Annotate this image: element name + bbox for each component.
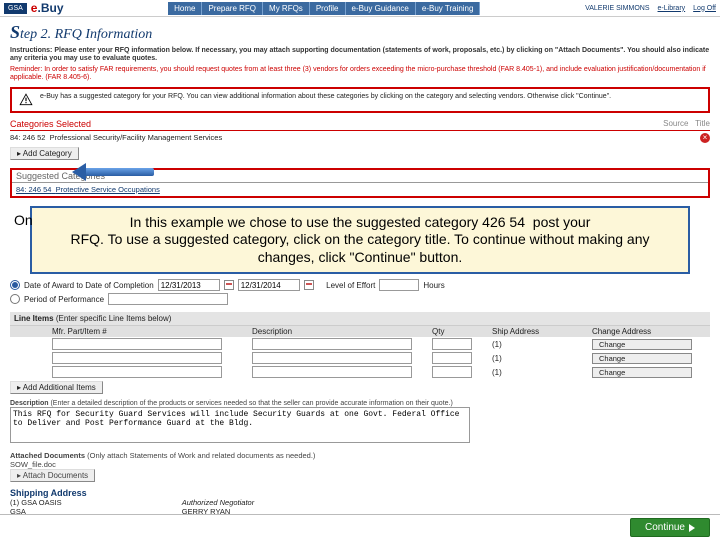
instructions-2: Reminder: In order to satisfy FAR requir… [10,66,710,83]
add-category-button[interactable]: ▸ Add Category [10,147,79,160]
line-item-row: (1) Change [10,351,710,365]
add-additional-items-button[interactable]: ▸ Add Additional Items [10,381,103,394]
award-row: Date of Award to Date of Completion Leve… [10,278,710,292]
hours-label: Hours [423,281,444,290]
calendar-icon[interactable] [224,280,234,290]
desc-input[interactable] [252,352,412,364]
attach-documents-button[interactable]: ▸ Attach Documents [10,469,95,482]
qty-input[interactable] [432,352,472,364]
shipping-address-header: Shipping Address [10,488,710,498]
nav-ebuy-guidance[interactable]: e-Buy Guidance [346,2,416,15]
description-label: Description [10,400,49,407]
nav-profile[interactable]: Profile [310,2,346,15]
award-radio[interactable] [10,280,20,290]
award-to-input[interactable] [238,279,300,291]
ship-addr-cell: (1) [492,340,592,349]
line-item-row: (1) Change [10,365,710,379]
user-name: VALERIE SIMMONS [585,5,649,12]
part-input[interactable] [52,366,222,378]
description-textarea[interactable] [10,407,470,443]
attached-file-name: SOW_file.doc [10,460,56,469]
description-section: Description (Enter a detailed descriptio… [10,400,710,445]
part-input[interactable] [52,338,222,350]
selected-cat-code: 84: 246 52 [10,133,45,142]
qty-input[interactable] [432,366,472,378]
nav-my-rfqs[interactable]: My RFQs [263,2,310,15]
step-rest: tep 2. RFQ Information [20,27,152,42]
desc-input[interactable] [252,366,412,378]
nav-home[interactable]: Home [168,2,202,15]
pop-input[interactable] [108,293,228,305]
callout-lead: On [14,212,33,230]
attached-docs-section: Attached Documents (Only attach Statemen… [10,451,710,482]
suggested-categories-box: Suggested Categories 84: 246 54 Protecti… [10,168,710,198]
pop-row: Period of Performance [10,292,710,306]
desc-input[interactable] [252,338,412,350]
ebuy-logo: ee.Buy.Buy [31,1,64,15]
ship-addr-cell: (1) [492,368,592,377]
callout-tail1: post your [533,214,591,230]
level-of-effort-label: Level of Effort [326,281,375,290]
warning-icon [18,93,34,107]
calendar-icon[interactable] [304,280,314,290]
page-body: Step 2. RFQ Information Instructions: Pl… [0,17,720,540]
step-title: Step 2. RFQ Information [10,22,710,43]
top-right: VALERIE SIMMONS e-Library Log Off [585,5,716,12]
logoff-link[interactable]: Log Off [693,5,716,12]
part-input[interactable] [52,352,222,364]
warning-box: e-Buy has a suggested category for your … [10,87,710,113]
elibrary-link[interactable]: e-Library [658,5,686,12]
nav-prepare-rfq[interactable]: Prepare RFQ [202,2,263,15]
ship-addr-cell: (1) [492,354,592,363]
remove-category-icon[interactable]: × [700,133,710,143]
qty-input[interactable] [432,338,472,350]
line-items-header: Line Items (Enter specific Line Items be… [10,312,710,326]
tutorial-callout: On In this example we chose to use the s… [30,206,690,275]
award-label: Date of Award to Date of Completion [24,281,154,290]
line-items-columns: Mfr. Part/Item # Description Qty Ship Ad… [10,326,710,337]
nav-ebuy-training[interactable]: e-Buy Training [416,2,481,15]
callout-line1: In this example we chose to use the sugg… [130,214,525,230]
nav-tabs: Home Prepare RFQ My RFQs Profile e-Buy G… [168,2,480,15]
instructions-1: Instructions: Please enter your RFQ info… [10,47,710,64]
gsa-badge: GSA [4,3,27,14]
change-address-button[interactable]: Change [592,339,692,350]
chevron-right-icon [689,524,695,532]
line-item-row: (1) Change [10,337,710,351]
brand: GSA ee.Buy.Buy [4,1,64,15]
callout-line2: RFQ. To use a suggested category, click … [71,231,650,265]
pop-label: Period of Performance [24,295,104,304]
suggested-category-link[interactable]: 84: 246 54 Protective Service Occupation… [12,183,708,196]
top-nav: GSA ee.Buy.Buy Home Prepare RFQ My RFQs … [0,0,720,17]
warning-text: e-Buy has a suggested category for your … [40,93,611,100]
attached-docs-hint: (Only attach Statements of Work and rela… [87,451,315,460]
categories-selected-header: Categories Selected Source Title [10,119,710,131]
description-hint: (Enter a detailed description of the pro… [50,400,452,407]
change-address-button[interactable]: Change [592,367,692,378]
step-letter: S [10,22,20,42]
selected-cat-title: Professional Security/Facility Managemen… [50,133,223,142]
footer-bar: Continue [0,514,720,540]
continue-button[interactable]: Continue [630,518,710,537]
pop-radio[interactable] [10,294,20,304]
award-from-input[interactable] [158,279,220,291]
change-address-button[interactable]: Change [592,353,692,364]
selected-category-row: 84: 246 52 Professional Security/Facilit… [10,131,710,145]
level-of-effort-input[interactable] [379,279,419,291]
attached-docs-label: Attached Documents [10,451,85,460]
